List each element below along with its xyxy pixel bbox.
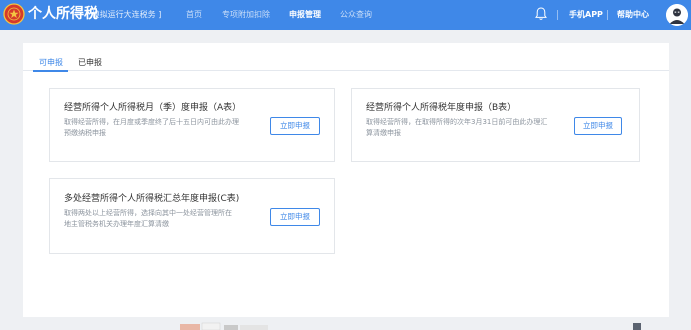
region-tag: [ 模拟运行大连税务 ] — [86, 10, 162, 19]
header-divider — [557, 10, 558, 20]
scroll-top-icon[interactable] — [633, 323, 641, 330]
card-description: 取得经营所得，在月度或季度终了后十五日内可由此办理 预缴纳税申报 — [64, 117, 244, 139]
avatar-icon — [666, 4, 688, 26]
nav-home[interactable]: 首页 — [186, 9, 202, 21]
tax-emblem-icon[interactable] — [3, 3, 25, 25]
help-center-link[interactable]: 帮助中心 — [617, 9, 649, 21]
declare-now-button[interactable]: 立即申报 — [270, 208, 320, 226]
card-multi-summary-c[interactable]: 多处经营所得个人所得税汇总年度申报(C表) 取得两处以上经营所得，选择向其中一处… — [49, 178, 335, 254]
nav-public-query[interactable]: 公众查询 — [340, 9, 372, 21]
tab-available[interactable]: 可申报 — [39, 57, 63, 69]
declaration-tabs: 可申报 已申报 — [23, 43, 669, 72]
tab-declared[interactable]: 已申报 — [78, 57, 102, 69]
active-tab-indicator — [33, 70, 68, 72]
card-title: 经营所得个人所得税月（季）度申报（A表） — [64, 103, 242, 113]
header-divider — [607, 10, 608, 20]
card-monthly-quarterly-a[interactable]: 经营所得个人所得税月（季）度申报（A表） 取得经营所得，在月度或季度终了后十五日… — [49, 88, 335, 162]
declaration-panel: 可申报 已申报 经营所得个人所得税月（季）度申报（A表） 取得经营所得，在月度或… — [23, 43, 669, 317]
card-description: 取得两处以上经营所得，选择向其中一处经营管理所在 地主管税务机关办理年度汇算清缴 — [64, 208, 254, 230]
card-description-line: 算清缴申报 — [366, 129, 401, 137]
nav-special-deduction[interactable]: 专项附加扣除 — [222, 9, 270, 21]
nav-declaration-management[interactable]: 申报管理 — [289, 9, 321, 21]
card-title: 经营所得个人所得税年度申报（B表） — [366, 103, 517, 113]
declare-now-button[interactable]: 立即申报 — [270, 117, 320, 135]
card-description-line: 地主管税务机关办理年度汇算清缴 — [64, 220, 169, 228]
card-description-line: 取得经营所得，在取得所得的次年3月31日前可由此办理汇 — [366, 118, 548, 126]
bell-icon[interactable] — [535, 7, 547, 21]
top-bar: 个人所得税 [ 模拟运行大连税务 ] 首页 专项附加扣除 申报管理 公众查询 手… — [0, 0, 691, 30]
card-description-line: 预缴纳税申报 — [64, 129, 106, 137]
card-title: 多处经营所得个人所得税汇总年度申报(C表) — [64, 194, 240, 204]
card-description-line: 取得两处以上经营所得，选择向其中一处经营管理所在 — [64, 209, 232, 217]
avatar[interactable] — [666, 4, 688, 26]
card-description-line: 取得经营所得，在月度或季度终了后十五日内可由此办理 — [64, 118, 239, 126]
card-description: 取得经营所得，在取得所得的次年3月31日前可由此办理汇 算清缴申报 — [366, 117, 556, 139]
card-annual-b[interactable]: 经营所得个人所得税年度申报（B表） 取得经营所得，在取得所得的次年3月31日前可… — [351, 88, 640, 162]
mobile-app-link[interactable]: 手机APP — [569, 9, 603, 21]
footer-banner-icon — [180, 322, 268, 330]
declare-now-button[interactable]: 立即申报 — [574, 117, 622, 135]
